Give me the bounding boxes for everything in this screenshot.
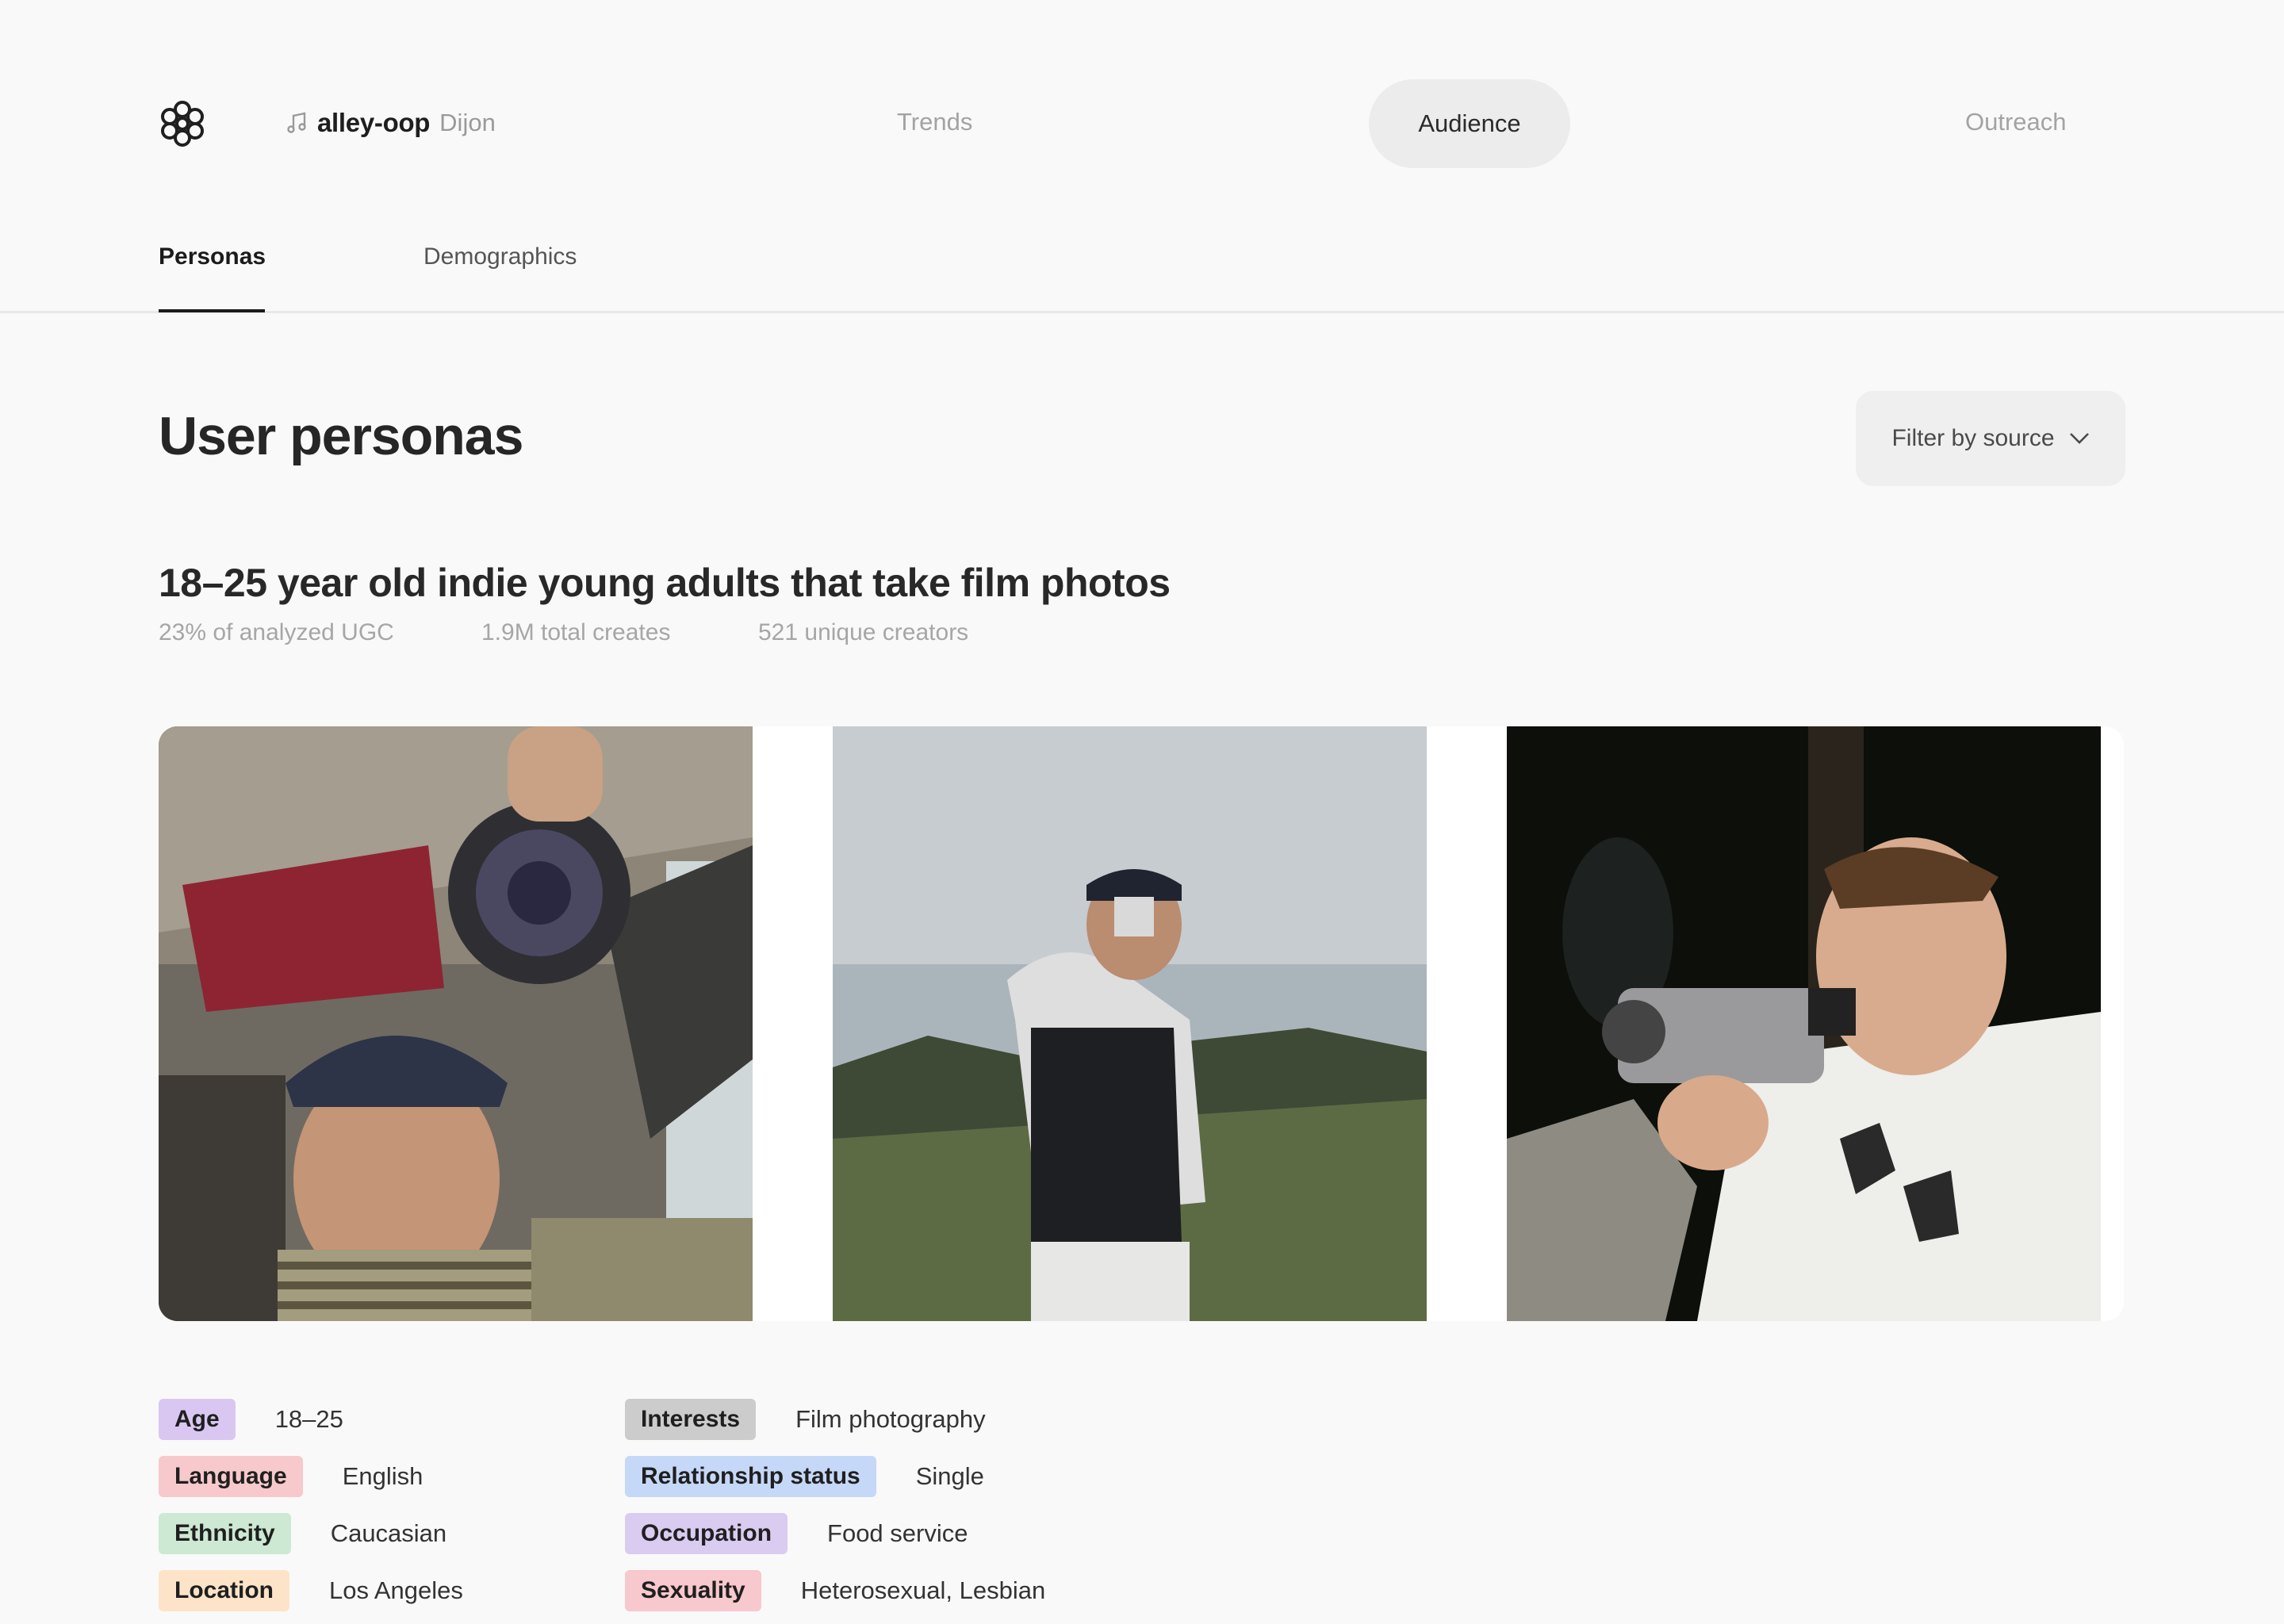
filter-label: Filter by source bbox=[1891, 425, 2055, 451]
language-tag: Language bbox=[159, 1456, 303, 1497]
occupation-tag: Occupation bbox=[625, 1513, 788, 1554]
persona-photo-hillside[interactable] bbox=[833, 726, 1427, 1321]
occupation-value: Food service bbox=[827, 1519, 968, 1547]
attribute-age: Age 18–25 bbox=[159, 1399, 463, 1440]
project-name: alley-oop bbox=[317, 108, 431, 137]
age-tag: Age bbox=[159, 1399, 236, 1440]
persona-attributes-right: Interests Film photography Relationship … bbox=[625, 1399, 1045, 1611]
music-note-icon bbox=[287, 112, 306, 133]
page-title: User personas bbox=[159, 406, 523, 466]
persona-photo-car-selfie[interactable] bbox=[159, 726, 753, 1321]
relationship-status-tag: Relationship status bbox=[625, 1456, 876, 1497]
tab-personas[interactable]: Personas bbox=[159, 243, 266, 270]
sexuality-value: Heterosexual, Lesbian bbox=[800, 1576, 1046, 1604]
attribute-sexuality: Sexuality Heterosexual, Lesbian bbox=[625, 1570, 1045, 1611]
interests-tag: Interests bbox=[625, 1399, 757, 1440]
stat-total-creates: 1.9M total creates bbox=[481, 619, 671, 645]
stat-ugc-share: 23% of analyzed UGC bbox=[159, 619, 394, 645]
language-value: English bbox=[342, 1462, 423, 1490]
nav-trends[interactable]: Trends bbox=[897, 108, 972, 136]
location-value: Los Angeles bbox=[329, 1576, 463, 1604]
location-tag: Location bbox=[159, 1570, 289, 1611]
persona-photo-night-camcorder[interactable] bbox=[1507, 726, 2101, 1321]
tabs-divider bbox=[0, 311, 2284, 313]
tab-demographics[interactable]: Demographics bbox=[423, 243, 577, 270]
sexuality-tag: Sexuality bbox=[625, 1570, 761, 1611]
ethnicity-value: Caucasian bbox=[330, 1519, 447, 1547]
attribute-location: Location Los Angeles bbox=[159, 1570, 463, 1611]
project-selector[interactable]: alley-oop Dijon bbox=[287, 104, 496, 142]
attribute-interests: Interests Film photography bbox=[625, 1399, 1045, 1440]
attribute-language: Language English bbox=[159, 1456, 463, 1497]
brand-logo-icon[interactable] bbox=[157, 98, 208, 149]
age-value: 18–25 bbox=[274, 1405, 343, 1433]
persona-title: 18–25 year old indie young adults that t… bbox=[159, 561, 1171, 605]
chevron-down-icon bbox=[2069, 433, 2089, 444]
attribute-relationship-status: Relationship status Single bbox=[625, 1456, 1045, 1497]
persona-attributes-left: Age 18–25 Language English Ethnicity Cau… bbox=[159, 1399, 463, 1611]
filter-by-source-dropdown[interactable]: Filter by source bbox=[1856, 391, 2125, 486]
interests-value: Film photography bbox=[795, 1405, 986, 1433]
relationship-status-value: Single bbox=[915, 1462, 984, 1490]
attribute-ethnicity: Ethnicity Caucasian bbox=[159, 1513, 463, 1554]
nav-outreach[interactable]: Outreach bbox=[1965, 108, 2067, 136]
stat-unique-creators: 521 unique creators bbox=[758, 619, 969, 645]
artist-name: Dijon bbox=[439, 109, 496, 136]
persona-photo-gallery bbox=[159, 726, 2124, 1321]
active-tab-indicator bbox=[159, 309, 265, 312]
attribute-occupation: Occupation Food service bbox=[625, 1513, 1045, 1554]
ethnicity-tag: Ethnicity bbox=[159, 1513, 291, 1554]
nav-audience[interactable]: Audience bbox=[1369, 79, 1570, 168]
